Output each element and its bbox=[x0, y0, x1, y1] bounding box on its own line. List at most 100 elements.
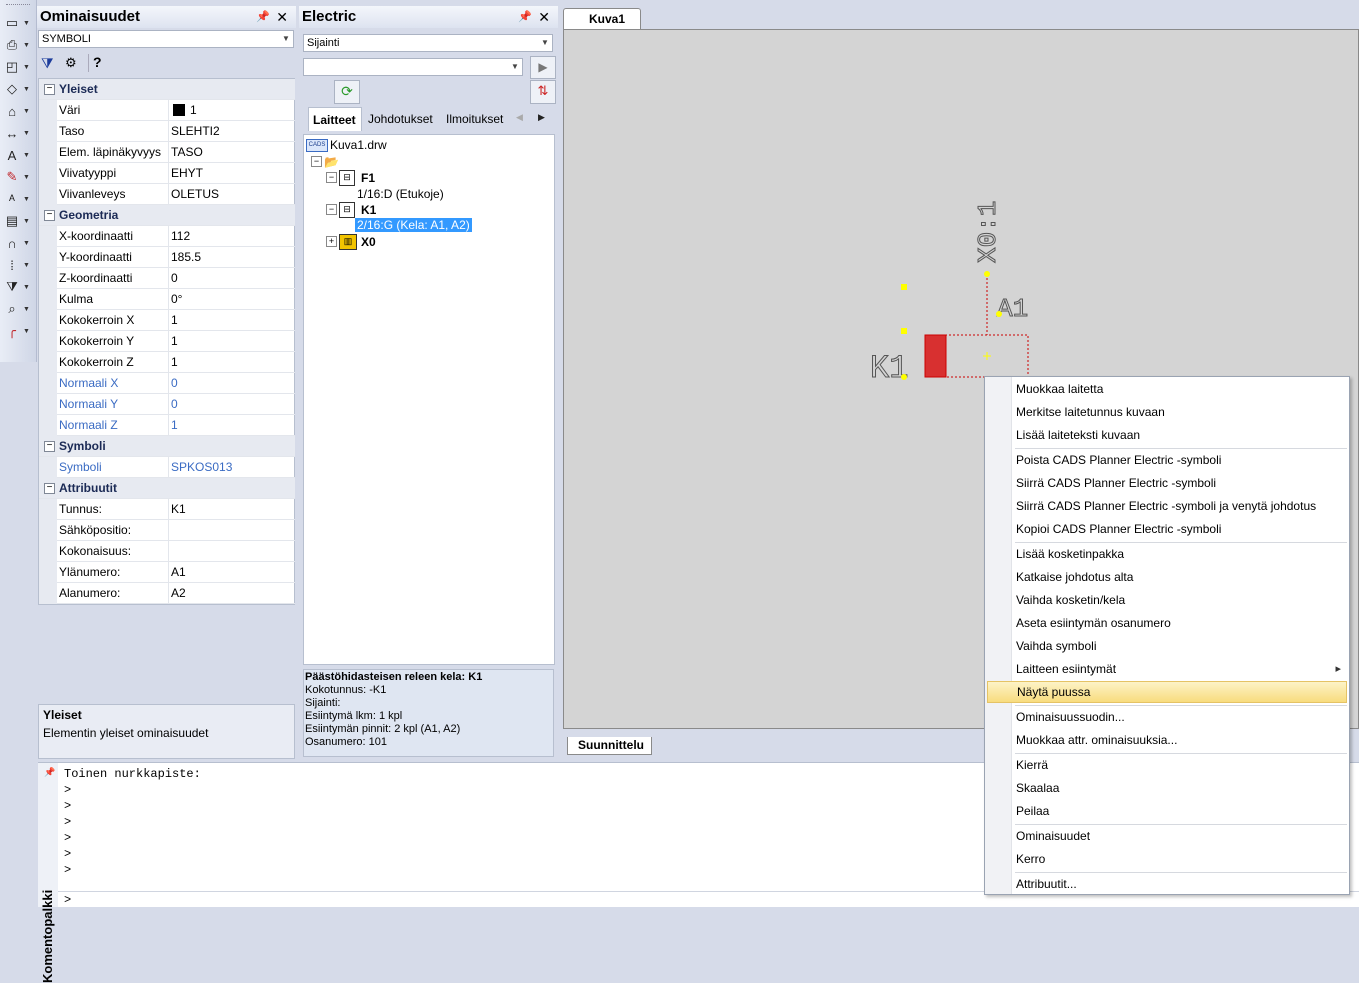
location-select[interactable]: Sijainti ▼ bbox=[303, 34, 553, 52]
command-input[interactable]: > bbox=[64, 893, 71, 907]
property-value[interactable]: A1 bbox=[168, 562, 295, 583]
collapse-icon[interactable]: − bbox=[326, 172, 337, 183]
menu-item[interactable]: Lisää kosketinpakka bbox=[987, 543, 1347, 565]
property-value[interactable]: TASO bbox=[168, 142, 295, 163]
property-value[interactable]: EHYT bbox=[168, 163, 295, 184]
object-type-select[interactable]: SYMBOLI ▼ bbox=[38, 30, 294, 48]
tab-johdotukset[interactable]: Johdotukset bbox=[364, 107, 440, 131]
property-row[interactable]: Symboli SPKOS013 bbox=[39, 457, 295, 478]
menu-item[interactable]: Katkaise johdotus alta bbox=[987, 566, 1347, 588]
toolbar-button[interactable]: ◇ ▼ bbox=[3, 79, 33, 99]
search-combo[interactable]: ▼ bbox=[303, 58, 523, 76]
menu-item[interactable]: Vaihda kosketin/kela bbox=[987, 589, 1347, 611]
property-row[interactable]: Normaali X 0 bbox=[39, 373, 295, 394]
menu-item[interactable]: Merkitse laitetunnus kuvaan bbox=[987, 401, 1347, 423]
toolbar-button[interactable]: ▤ ▼ bbox=[3, 211, 33, 231]
property-value[interactable]: 112 bbox=[168, 226, 295, 247]
dropdown-arrow-icon[interactable]: ▼ bbox=[23, 218, 30, 225]
property-value[interactable]: A2 bbox=[168, 583, 295, 604]
property-value[interactable]: 0 bbox=[168, 268, 295, 289]
dropdown-arrow-icon[interactable]: ▼ bbox=[23, 284, 30, 291]
toolbar-button[interactable]: ◰ ▼ bbox=[3, 57, 33, 77]
property-row[interactable]: Alanumero: A2 bbox=[39, 583, 295, 604]
property-value[interactable]: OLETUS bbox=[168, 184, 295, 205]
menu-item[interactable]: Ominaisuudet bbox=[987, 825, 1347, 847]
toolbar-button[interactable]: ▭ ▼ bbox=[3, 13, 33, 33]
toolbar-button[interactable]: ⌂ ▼ bbox=[3, 101, 33, 121]
dropdown-arrow-icon[interactable]: ▼ bbox=[23, 108, 30, 115]
property-value[interactable]: 0° bbox=[168, 289, 295, 310]
dropdown-arrow-icon[interactable]: ▼ bbox=[23, 328, 30, 335]
menu-item[interactable]: Ominaisuussuodin... bbox=[987, 706, 1347, 728]
tree-node-x0[interactable]: X0 bbox=[361, 235, 376, 249]
property-value[interactable]: 1 bbox=[168, 100, 295, 121]
menu-item[interactable]: Laitteen esiintymät ▸ bbox=[987, 658, 1347, 680]
dropdown-arrow-icon[interactable]: ▼ bbox=[23, 86, 30, 93]
toolbar-button[interactable]: ∩ ▼ bbox=[3, 233, 33, 253]
menu-item[interactable]: Poista CADS Planner Electric -symboli bbox=[987, 449, 1347, 471]
property-value[interactable]: 1 bbox=[168, 415, 295, 436]
toolbar-button[interactable]: ╭ ▼ bbox=[3, 321, 33, 341]
close-icon[interactable]: ✕ bbox=[538, 6, 550, 28]
property-row[interactable]: Kokokerroin Z 1 bbox=[39, 352, 295, 373]
dropdown-arrow-icon[interactable]: ▼ bbox=[23, 262, 30, 269]
sort-icon[interactable]: ⇅ bbox=[530, 80, 556, 104]
property-row[interactable]: Kokonaisuus: bbox=[39, 541, 295, 562]
toolbar-button[interactable]: ⧩ ▼ bbox=[3, 277, 33, 297]
property-row[interactable]: Sähköpositio: bbox=[39, 520, 295, 541]
toolbar-button[interactable]: ✎ ▼ bbox=[3, 167, 33, 187]
menu-item[interactable]: Kierrä bbox=[987, 754, 1347, 776]
go-arrow-icon[interactable]: ▶ bbox=[530, 56, 556, 79]
property-row[interactable]: Ylänumero: A1 bbox=[39, 562, 295, 583]
expand-icon[interactable]: + bbox=[326, 236, 337, 247]
property-category[interactable]: − Yleiset bbox=[39, 79, 295, 100]
property-row[interactable]: Normaali Z 1 bbox=[39, 415, 295, 436]
dropdown-arrow-icon[interactable]: ▼ bbox=[23, 20, 30, 27]
property-row[interactable]: Taso SLEHTI2 bbox=[39, 121, 295, 142]
property-row[interactable]: Tunnus: K1 bbox=[39, 499, 295, 520]
dropdown-arrow-icon[interactable]: ▼ bbox=[23, 240, 30, 247]
chevron-down-icon[interactable]: ▼ bbox=[508, 59, 522, 75]
property-value[interactable]: 0 bbox=[168, 373, 295, 394]
property-value[interactable]: SLEHTI2 bbox=[168, 121, 295, 142]
tree-root[interactable]: Kuva1.drw bbox=[330, 138, 387, 152]
collapse-icon[interactable]: − bbox=[44, 441, 55, 452]
toolbar-button[interactable]: A ▼ bbox=[3, 145, 33, 165]
dropdown-arrow-icon[interactable]: ▼ bbox=[23, 64, 30, 71]
dropdown-arrow-icon[interactable]: ▼ bbox=[23, 174, 30, 181]
close-icon[interactable]: ✕ bbox=[276, 6, 288, 28]
menu-item[interactable]: Siirrä CADS Planner Electric -symboli bbox=[987, 472, 1347, 494]
menu-item[interactable]: Kerro bbox=[987, 848, 1347, 870]
menu-item[interactable]: Näytä puussa bbox=[987, 681, 1347, 703]
pin-icon[interactable]: 📌 bbox=[44, 767, 55, 778]
property-value[interactable] bbox=[168, 520, 295, 541]
collapse-icon[interactable]: − bbox=[326, 204, 337, 215]
menu-item[interactable]: Muokkaa attr. ominaisuuksia... bbox=[987, 729, 1347, 751]
menu-item[interactable]: Peilaa bbox=[987, 800, 1347, 822]
menu-item[interactable]: Attribuutit... bbox=[987, 873, 1347, 895]
menu-item[interactable]: Skaalaa bbox=[987, 777, 1347, 799]
chevron-down-icon[interactable]: ▼ bbox=[538, 35, 552, 51]
tab-scroll-left-icon[interactable]: ◀ bbox=[516, 112, 523, 123]
dropdown-arrow-icon[interactable]: ▼ bbox=[23, 196, 30, 203]
tree-node-k1-child[interactable]: 2/16:G (Kela: A1, A2) bbox=[355, 218, 472, 232]
property-row[interactable]: Kokokerroin Y 1 bbox=[39, 331, 295, 352]
filter-icon[interactable]: ⧩ bbox=[41, 55, 54, 72]
dropdown-arrow-icon[interactable]: ▼ bbox=[23, 130, 30, 137]
collapse-icon[interactable]: − bbox=[44, 483, 55, 494]
toolbar-button[interactable]: ᴬ ▼ bbox=[3, 189, 33, 209]
property-value[interactable]: K1 bbox=[168, 499, 295, 520]
dropdown-arrow-icon[interactable]: ▼ bbox=[23, 152, 30, 159]
property-value[interactable]: 1 bbox=[168, 310, 295, 331]
property-category[interactable]: − Geometria bbox=[39, 205, 295, 226]
property-category[interactable]: − Symboli bbox=[39, 436, 295, 457]
property-row[interactable]: Viivatyyppi EHYT bbox=[39, 163, 295, 184]
tree-node-f1-child[interactable]: 1/16:D (Etukoje) bbox=[357, 187, 444, 201]
tree-node-k1[interactable]: K1 bbox=[361, 203, 376, 217]
property-row[interactable]: X-koordinaatti 112 bbox=[39, 226, 295, 247]
tab-laitteet[interactable]: Laitteet bbox=[308, 107, 362, 131]
property-row[interactable]: Elem. läpinäkyvyys TASO bbox=[39, 142, 295, 163]
property-value[interactable]: 0 bbox=[168, 394, 295, 415]
property-row[interactable]: Kulma 0° bbox=[39, 289, 295, 310]
dropdown-arrow-icon[interactable]: ▼ bbox=[23, 42, 30, 49]
